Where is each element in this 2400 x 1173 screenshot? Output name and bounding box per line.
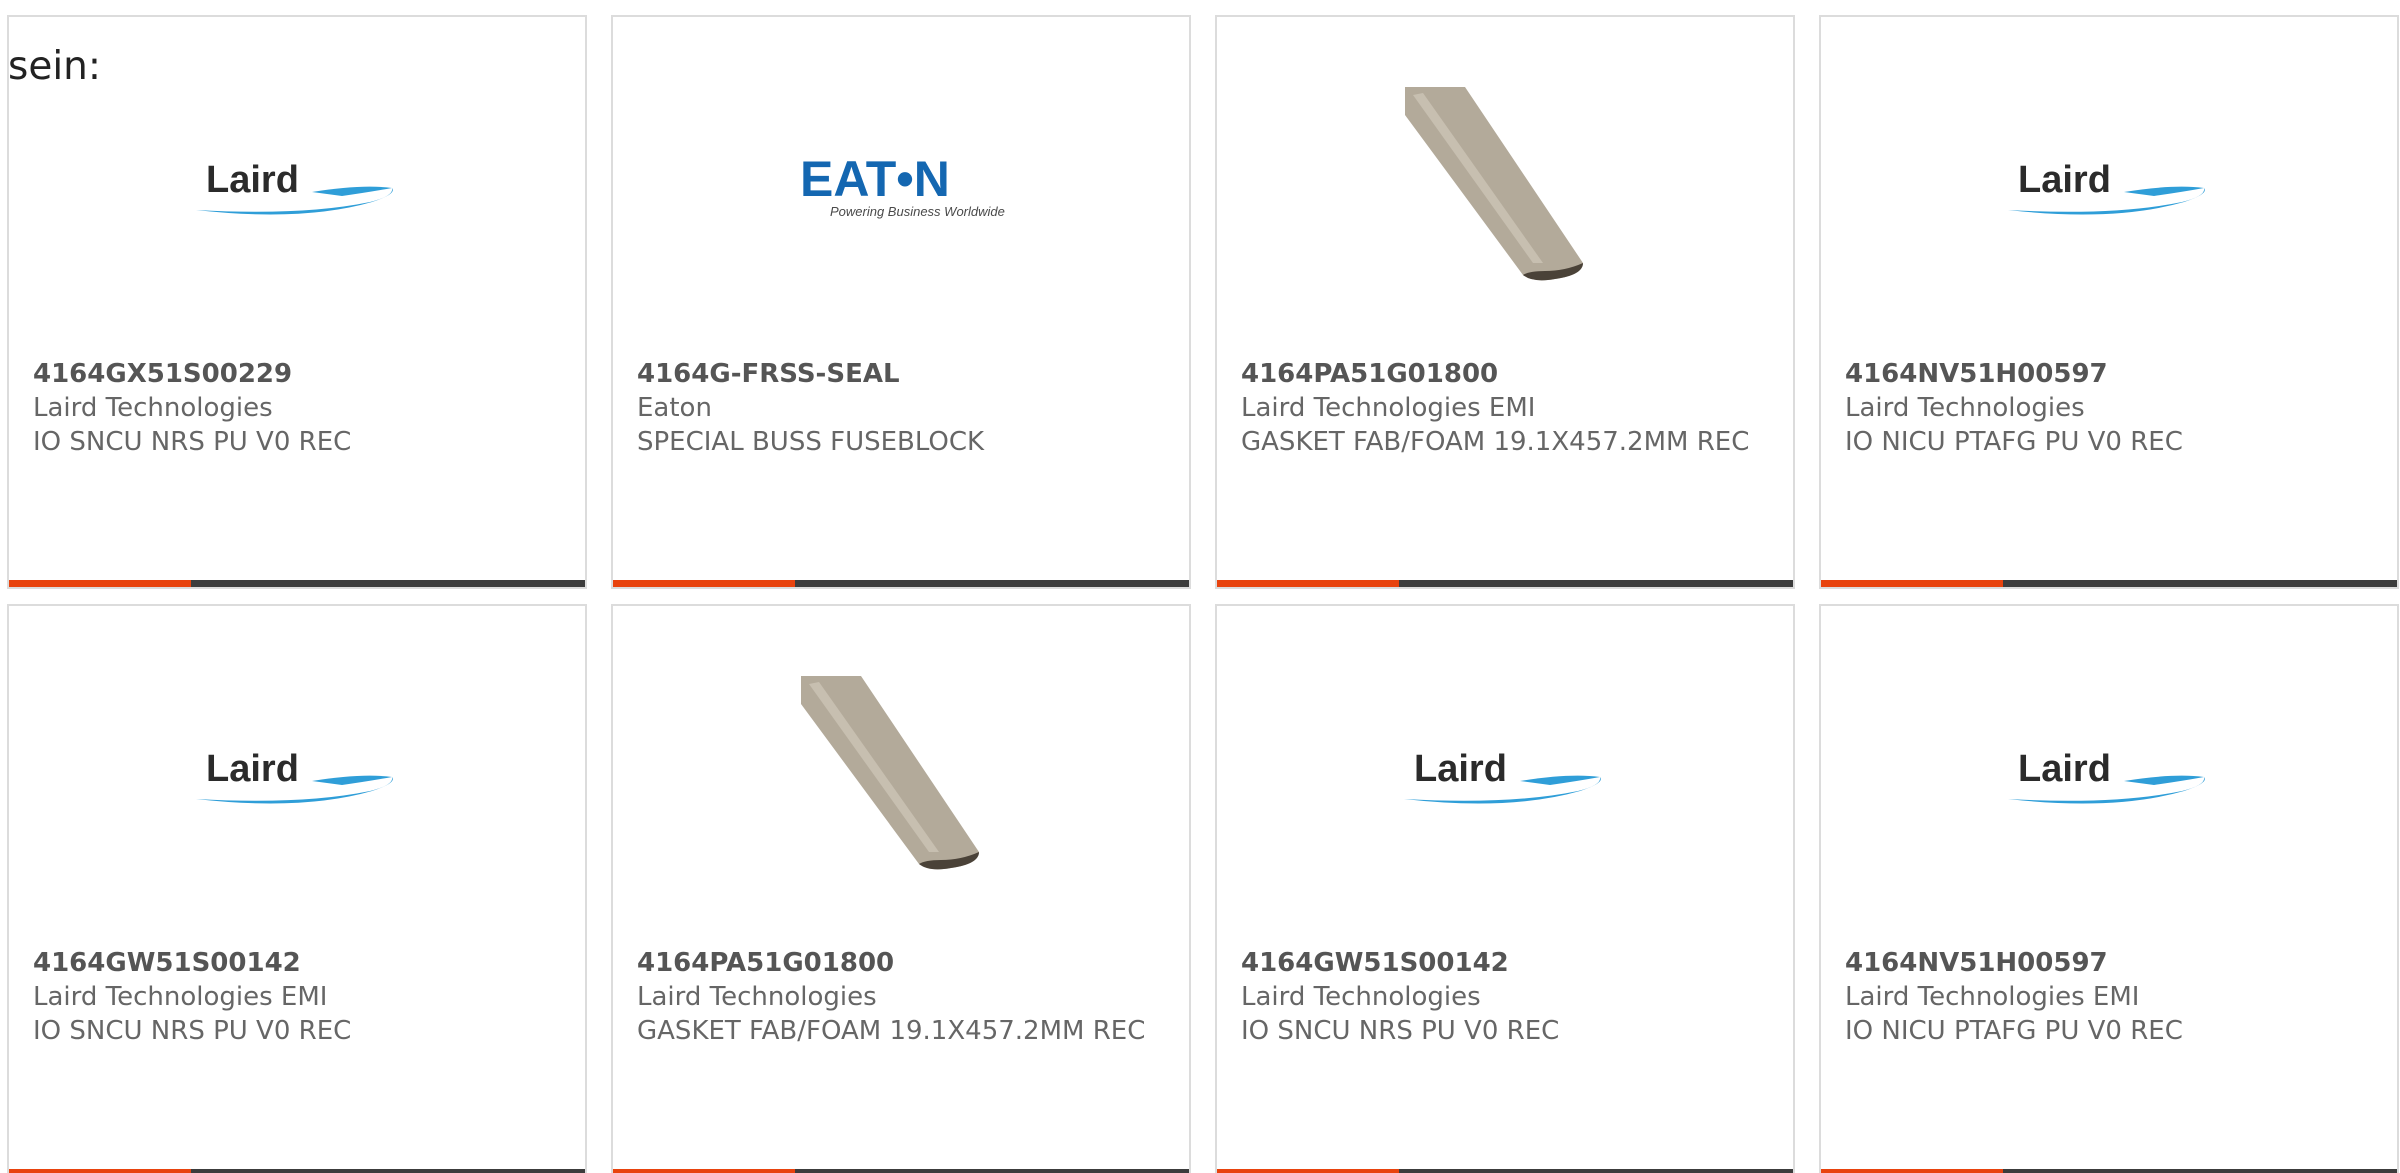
eaton-logo: EAT•NPowering Business Worldwide bbox=[800, 152, 1005, 219]
laird-logo-text: Laird bbox=[206, 159, 299, 201]
product-part-number[interactable]: 4164GW51S00142 bbox=[33, 946, 569, 980]
page: sein: Laird 4164GX51S00229 Laird Technolog… bbox=[0, 0, 2400, 1173]
product-info: 4164G-FRSS-SEAL Eaton SPECIAL BUSS FUSEBLO… bbox=[637, 357, 1173, 459]
product-image[interactable]: Laird bbox=[1821, 57, 2397, 317]
product-manufacturer: Laird Technologies bbox=[1845, 393, 2085, 423]
product-info: 4164NV51H00597 Laird Technologies IO NICU … bbox=[1845, 357, 2381, 459]
card-accent-bar bbox=[1821, 580, 2003, 587]
product-part-number[interactable]: 4164PA51G01800 bbox=[637, 946, 1173, 980]
product-info: 4164NV51H00597 Laird Technologies EMI IO N… bbox=[1845, 946, 2381, 1048]
card-accent-bar bbox=[1217, 1169, 1399, 1173]
product-info: 4164GX51S00229 Laird Technologies IO SNCU … bbox=[33, 357, 569, 459]
product-part-number[interactable]: 4164PA51G01800 bbox=[1241, 357, 1777, 391]
laird-logo: Laird bbox=[196, 748, 393, 804]
card-bottom-bar bbox=[1217, 580, 1793, 587]
product-image[interactable] bbox=[1217, 57, 1793, 317]
card-bottom-bar bbox=[613, 1169, 1189, 1173]
laird-swoosh-tip bbox=[2124, 775, 2204, 785]
product-card[interactable]: 4164PA51G01800 Laird Technologies GASKET F… bbox=[611, 604, 1191, 1173]
product-image[interactable]: Laird bbox=[1821, 646, 2397, 906]
intro-text: sein: bbox=[8, 44, 102, 89]
product-description: IO NICU PTAFG PU V0 REC bbox=[1845, 427, 2183, 457]
product-part-number[interactable]: 4164NV51H00597 bbox=[1845, 946, 2381, 980]
product-manufacturer: Laird Technologies bbox=[1241, 982, 1481, 1012]
eaton-logo-text: EAT•N bbox=[800, 152, 950, 207]
product-description: IO NICU PTAFG PU V0 REC bbox=[1845, 1016, 2183, 1046]
laird-logo: Laird bbox=[2008, 748, 2205, 804]
product-card[interactable]: Laird 4164NV51H00597 Laird Technologies EM… bbox=[1819, 604, 2399, 1173]
card-bottom-bar bbox=[1217, 1169, 1793, 1173]
eaton-tagline: Powering Business Worldwide bbox=[830, 204, 1005, 219]
laird-logo-text: Laird bbox=[2018, 159, 2111, 201]
product-manufacturer: Laird Technologies bbox=[637, 982, 877, 1012]
laird-logo-text: Laird bbox=[2018, 748, 2111, 790]
card-accent-bar bbox=[1217, 580, 1399, 587]
product-image[interactable]: EAT•N Powering Business Worldwide bbox=[613, 57, 1189, 317]
product-image[interactable]: Laird bbox=[9, 646, 585, 906]
card-accent-bar bbox=[1821, 1169, 2003, 1173]
laird-logo: Laird bbox=[2008, 159, 2205, 215]
product-card[interactable]: Laird 4164GW51S00142 Laird Technologies IO … bbox=[1215, 604, 1795, 1173]
product-part-number[interactable]: 4164NV51H00597 bbox=[1845, 357, 2381, 391]
product-card[interactable]: Laird 4164GX51S00229 Laird Technologies IO … bbox=[7, 15, 587, 589]
laird-logo-text: Laird bbox=[1414, 748, 1507, 790]
laird-swoosh-tip bbox=[1520, 775, 1600, 785]
card-bottom-bar bbox=[1821, 1169, 2397, 1173]
product-description: IO SNCU NRS PU V0 REC bbox=[33, 427, 352, 457]
gasket-photo bbox=[1405, 87, 1583, 281]
laird-swoosh-tip bbox=[2124, 186, 2204, 196]
product-description: SPECIAL BUSS FUSEBLOCK bbox=[637, 427, 985, 457]
product-card[interactable]: 4164PA51G01800 Laird Technologies EMI GASK… bbox=[1215, 15, 1795, 589]
card-bottom-bar bbox=[1821, 580, 2397, 587]
product-card[interactable]: Laird 4164NV51H00597 Laird Technologies IO … bbox=[1819, 15, 2399, 589]
card-accent-bar bbox=[9, 1169, 191, 1173]
product-part-number[interactable]: 4164GW51S00142 bbox=[1241, 946, 1777, 980]
laird-logo: Laird bbox=[196, 159, 393, 215]
product-description: GASKET FAB/FOAM 19.1X457.2MM REC bbox=[637, 1016, 1146, 1046]
product-description: IO SNCU NRS PU V0 REC bbox=[1241, 1016, 1560, 1046]
laird-logo-text: Laird bbox=[206, 748, 299, 790]
card-bottom-bar bbox=[9, 1169, 585, 1173]
product-description: IO SNCU NRS PU V0 REC bbox=[33, 1016, 352, 1046]
product-card[interactable]: EAT•N Powering Business Worldwide 4164G-FR… bbox=[611, 15, 1191, 589]
product-image[interactable]: Laird bbox=[1217, 646, 1793, 906]
product-card[interactable]: Laird 4164GW51S00142 Laird Technologies EM… bbox=[7, 604, 587, 1173]
product-image[interactable] bbox=[613, 646, 1189, 906]
laird-swoosh-tip bbox=[312, 775, 392, 785]
product-info: 4164PA51G01800 Laird Technologies GASKET F… bbox=[637, 946, 1173, 1048]
product-manufacturer: Laird Technologies EMI bbox=[1845, 982, 2140, 1012]
card-bottom-bar bbox=[613, 580, 1189, 587]
card-bottom-bar bbox=[9, 580, 585, 587]
laird-logo: Laird bbox=[1404, 748, 1601, 804]
product-manufacturer: Eaton bbox=[637, 393, 712, 423]
card-accent-bar bbox=[613, 1169, 795, 1173]
product-info: 4164PA51G01800 Laird Technologies EMI GASK… bbox=[1241, 357, 1777, 459]
product-manufacturer: Laird Technologies EMI bbox=[1241, 393, 1536, 423]
product-image[interactable]: Laird bbox=[9, 57, 585, 317]
laird-swoosh-tip bbox=[312, 186, 392, 196]
product-grid: Laird 4164GX51S00229 Laird Technologies IO … bbox=[7, 15, 2399, 1173]
product-part-number[interactable]: 4164G-FRSS-SEAL bbox=[637, 357, 1173, 391]
product-manufacturer: Laird Technologies EMI bbox=[33, 982, 328, 1012]
product-info: 4164GW51S00142 Laird Technologies IO SNCU … bbox=[1241, 946, 1777, 1048]
product-info: 4164GW51S00142 Laird Technologies EMI IO S… bbox=[33, 946, 569, 1048]
product-description: GASKET FAB/FOAM 19.1X457.2MM REC bbox=[1241, 427, 1750, 457]
card-accent-bar bbox=[9, 580, 191, 587]
gasket-photo bbox=[801, 676, 979, 870]
product-part-number[interactable]: 4164GX51S00229 bbox=[33, 357, 569, 391]
card-accent-bar bbox=[613, 580, 795, 587]
product-manufacturer: Laird Technologies bbox=[33, 393, 273, 423]
